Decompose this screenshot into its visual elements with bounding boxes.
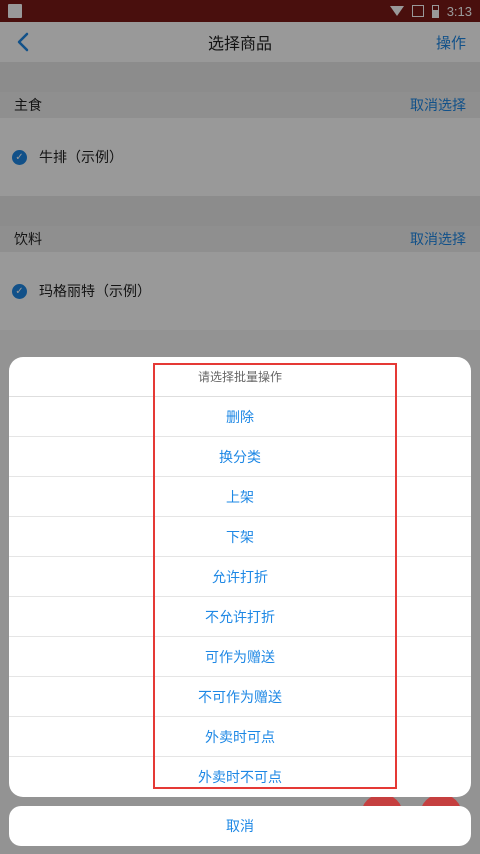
list-on-shelf-option[interactable]: 上架 — [9, 477, 471, 517]
allow-discount-option[interactable]: 允许打折 — [9, 557, 471, 597]
allow-gift-option[interactable]: 可作为赠送 — [9, 637, 471, 677]
takeout-available-option[interactable]: 外卖时可点 — [9, 717, 471, 757]
batch-action-sheet: 请选择批量操作 删除 换分类 上架 下架 允许打折 不允许打折 可作为赠送 不可… — [9, 357, 471, 797]
delete-option[interactable]: 删除 — [9, 397, 471, 437]
takeout-unavailable-option[interactable]: 外卖时不可点 — [9, 757, 471, 797]
sheet-title: 请选择批量操作 — [9, 357, 471, 397]
disallow-discount-option[interactable]: 不允许打折 — [9, 597, 471, 637]
disallow-gift-option[interactable]: 不可作为赠送 — [9, 677, 471, 717]
cancel-button[interactable]: 取消 — [9, 806, 471, 846]
remove-from-shelf-option[interactable]: 下架 — [9, 517, 471, 557]
change-category-option[interactable]: 换分类 — [9, 437, 471, 477]
